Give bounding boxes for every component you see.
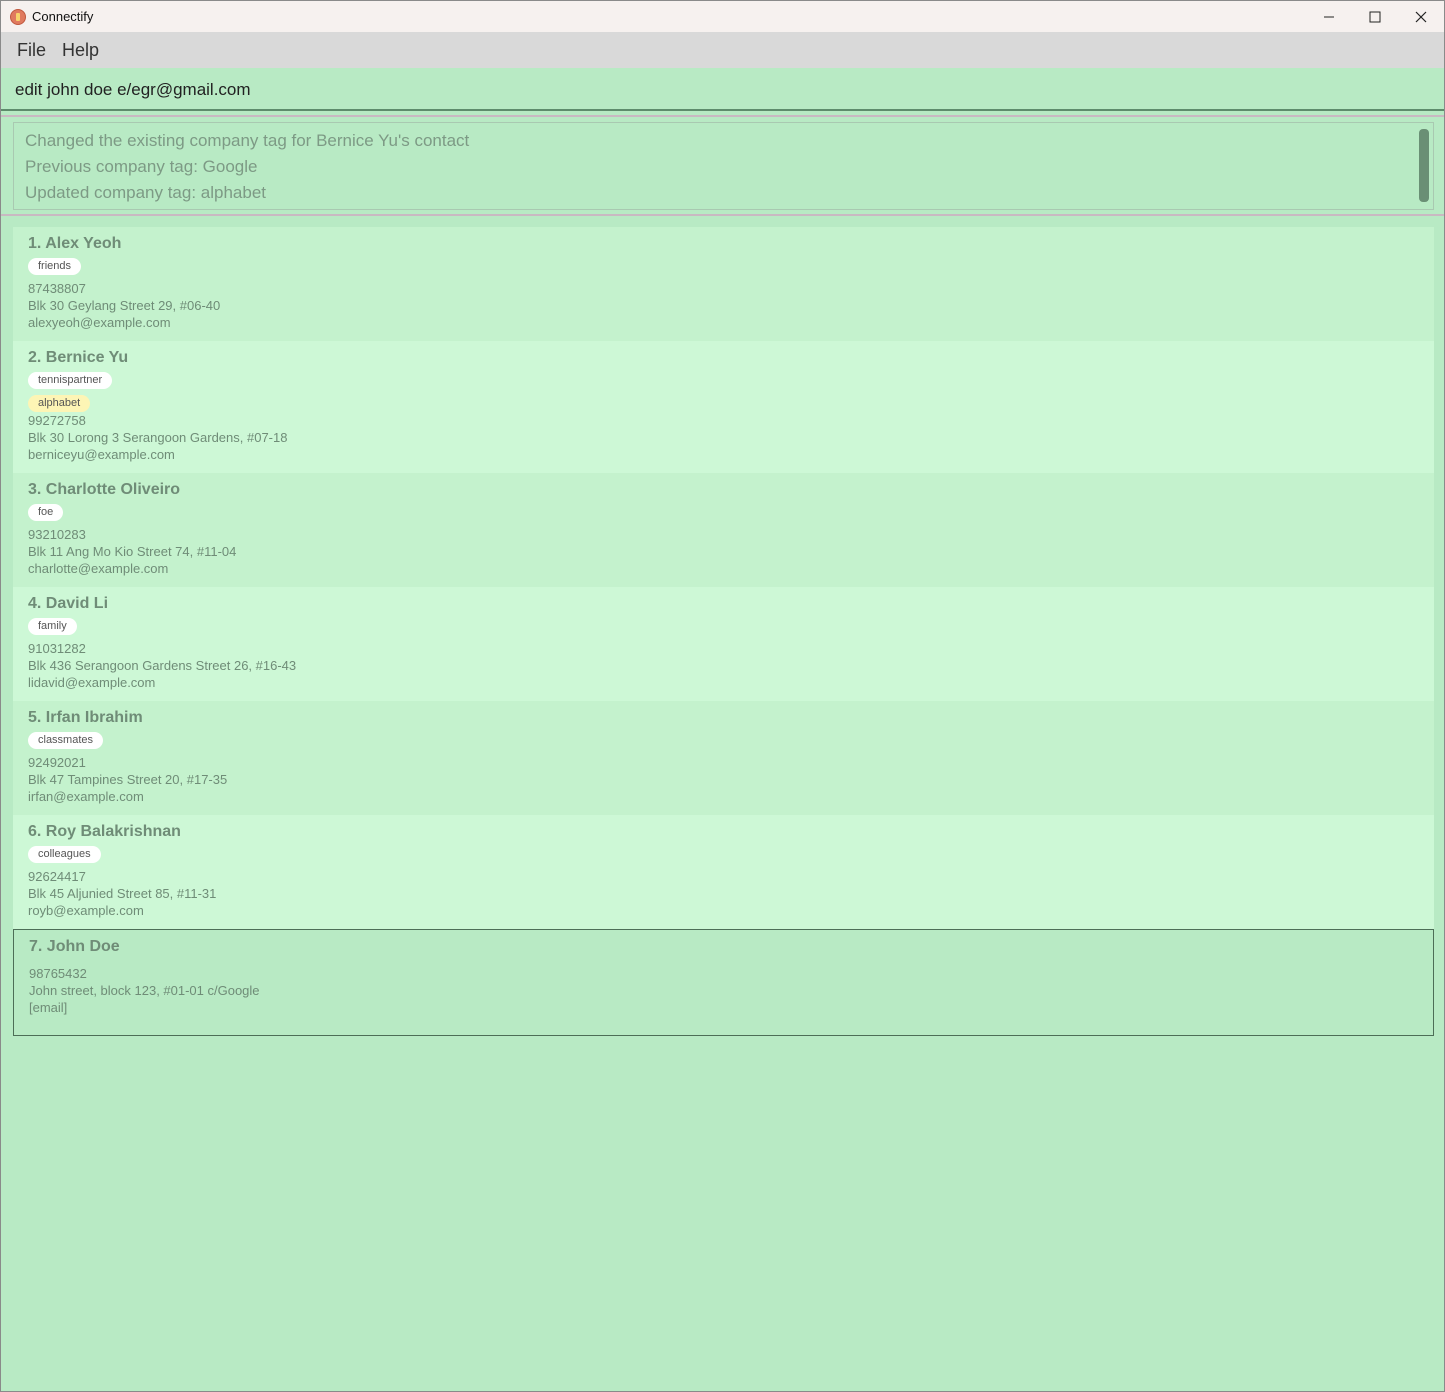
tag: colleagues — [28, 846, 101, 863]
person-card[interactable]: 4. David Li family 91031282 Blk 436 Sera… — [13, 587, 1434, 701]
command-input[interactable] — [15, 78, 1415, 102]
person-card-selected[interactable]: 7. John Doe 98765432 John street, block … — [13, 929, 1434, 1036]
person-email: berniceyu@example.com — [28, 447, 175, 462]
result-line: Updated company tag: alphabet — [25, 183, 267, 202]
app-icon — [10, 8, 26, 25]
close-icon — [1415, 11, 1427, 22]
result-display: Changed the existing company tag for Ber… — [13, 122, 1434, 210]
person-name: 1. Alex Yeoh — [28, 235, 122, 252]
person-card[interactable]: 2. Bernice Yu tennispartner alphabet 992… — [13, 341, 1434, 473]
person-address: Blk 30 Geylang Street 29, #06-40 — [28, 298, 221, 313]
person-address: Blk 436 Serangoon Gardens Street 26, #16… — [28, 658, 297, 673]
company-tag: alphabet — [28, 395, 91, 412]
person-address: Blk 47 Tampines Street 20, #17-35 — [28, 772, 228, 787]
person-phone: 98765432 — [29, 966, 87, 981]
maximize-icon — [1369, 11, 1381, 22]
maximize-button[interactable] — [1352, 1, 1398, 32]
menu-help[interactable]: Help — [54, 40, 107, 61]
person-name: 6. Roy Balakrishnan — [28, 823, 181, 840]
person-phone: 92624417 — [28, 869, 86, 884]
person-card[interactable]: 3. Charlotte Oliveiro foe 93210283 Blk 1… — [13, 473, 1434, 587]
person-phone: 99272758 — [28, 413, 86, 428]
person-card[interactable]: 5. Irfan Ibrahim classmates 92492021 Blk… — [13, 701, 1434, 815]
person-email: lidavid@example.com — [28, 675, 156, 690]
result-line: Changed the existing company tag for Ber… — [25, 131, 470, 150]
tag: tennispartner — [28, 372, 113, 389]
person-address: Blk 11 Ang Mo Kio Street 74, #11-04 — [28, 544, 237, 559]
person-phone: 87438807 — [28, 281, 86, 296]
person-address: Blk 30 Lorong 3 Serangoon Gardens, #07-1… — [28, 430, 288, 445]
menu-bar: File Help — [1, 32, 1444, 68]
person-email: royb@example.com — [28, 903, 144, 918]
tag: foe — [28, 504, 64, 521]
person-name: 5. Irfan Ibrahim — [28, 709, 143, 726]
tag: classmates — [28, 732, 104, 749]
person-card[interactable]: 1. Alex Yeoh friends 87438807 Blk 30 Gey… — [13, 227, 1434, 341]
person-address: Blk 45 Aljunied Street 85, #11-31 — [28, 886, 217, 901]
person-name: 2. Bernice Yu — [28, 349, 129, 366]
window-controls — [1306, 1, 1444, 32]
title-bar: Connectify — [1, 1, 1444, 32]
person-phone: 92492021 — [28, 755, 86, 770]
close-button[interactable] — [1398, 1, 1444, 32]
person-name: 3. Charlotte Oliveiro — [28, 481, 181, 498]
person-phone: 91031282 — [28, 641, 86, 656]
person-email: [email] — [29, 1000, 68, 1015]
minimize-icon — [1324, 16, 1334, 17]
person-email: irfan@example.com — [28, 789, 144, 804]
divider — [1, 214, 1444, 216]
command-box — [1, 68, 1444, 111]
result-line: Previous company tag: Google — [25, 157, 258, 176]
person-name: 4. David Li — [28, 595, 109, 612]
person-name: 7. John Doe — [29, 938, 120, 955]
person-phone: 93210283 — [28, 527, 86, 542]
divider — [1, 115, 1444, 117]
tag: family — [28, 618, 77, 635]
window-title: Connectify — [32, 9, 94, 24]
minimize-button[interactable] — [1306, 1, 1352, 32]
person-card[interactable]: 6. Roy Balakrishnan colleagues 92624417 … — [13, 815, 1434, 929]
tag: friends — [28, 258, 82, 275]
person-address: John street, block 123, #01-01 c/Google — [29, 983, 260, 998]
menu-file[interactable]: File — [9, 40, 54, 61]
person-email: alexyeoh@example.com — [28, 315, 171, 330]
result-scrollbar[interactable] — [1419, 129, 1429, 202]
person-email: charlotte@example.com — [28, 561, 169, 576]
